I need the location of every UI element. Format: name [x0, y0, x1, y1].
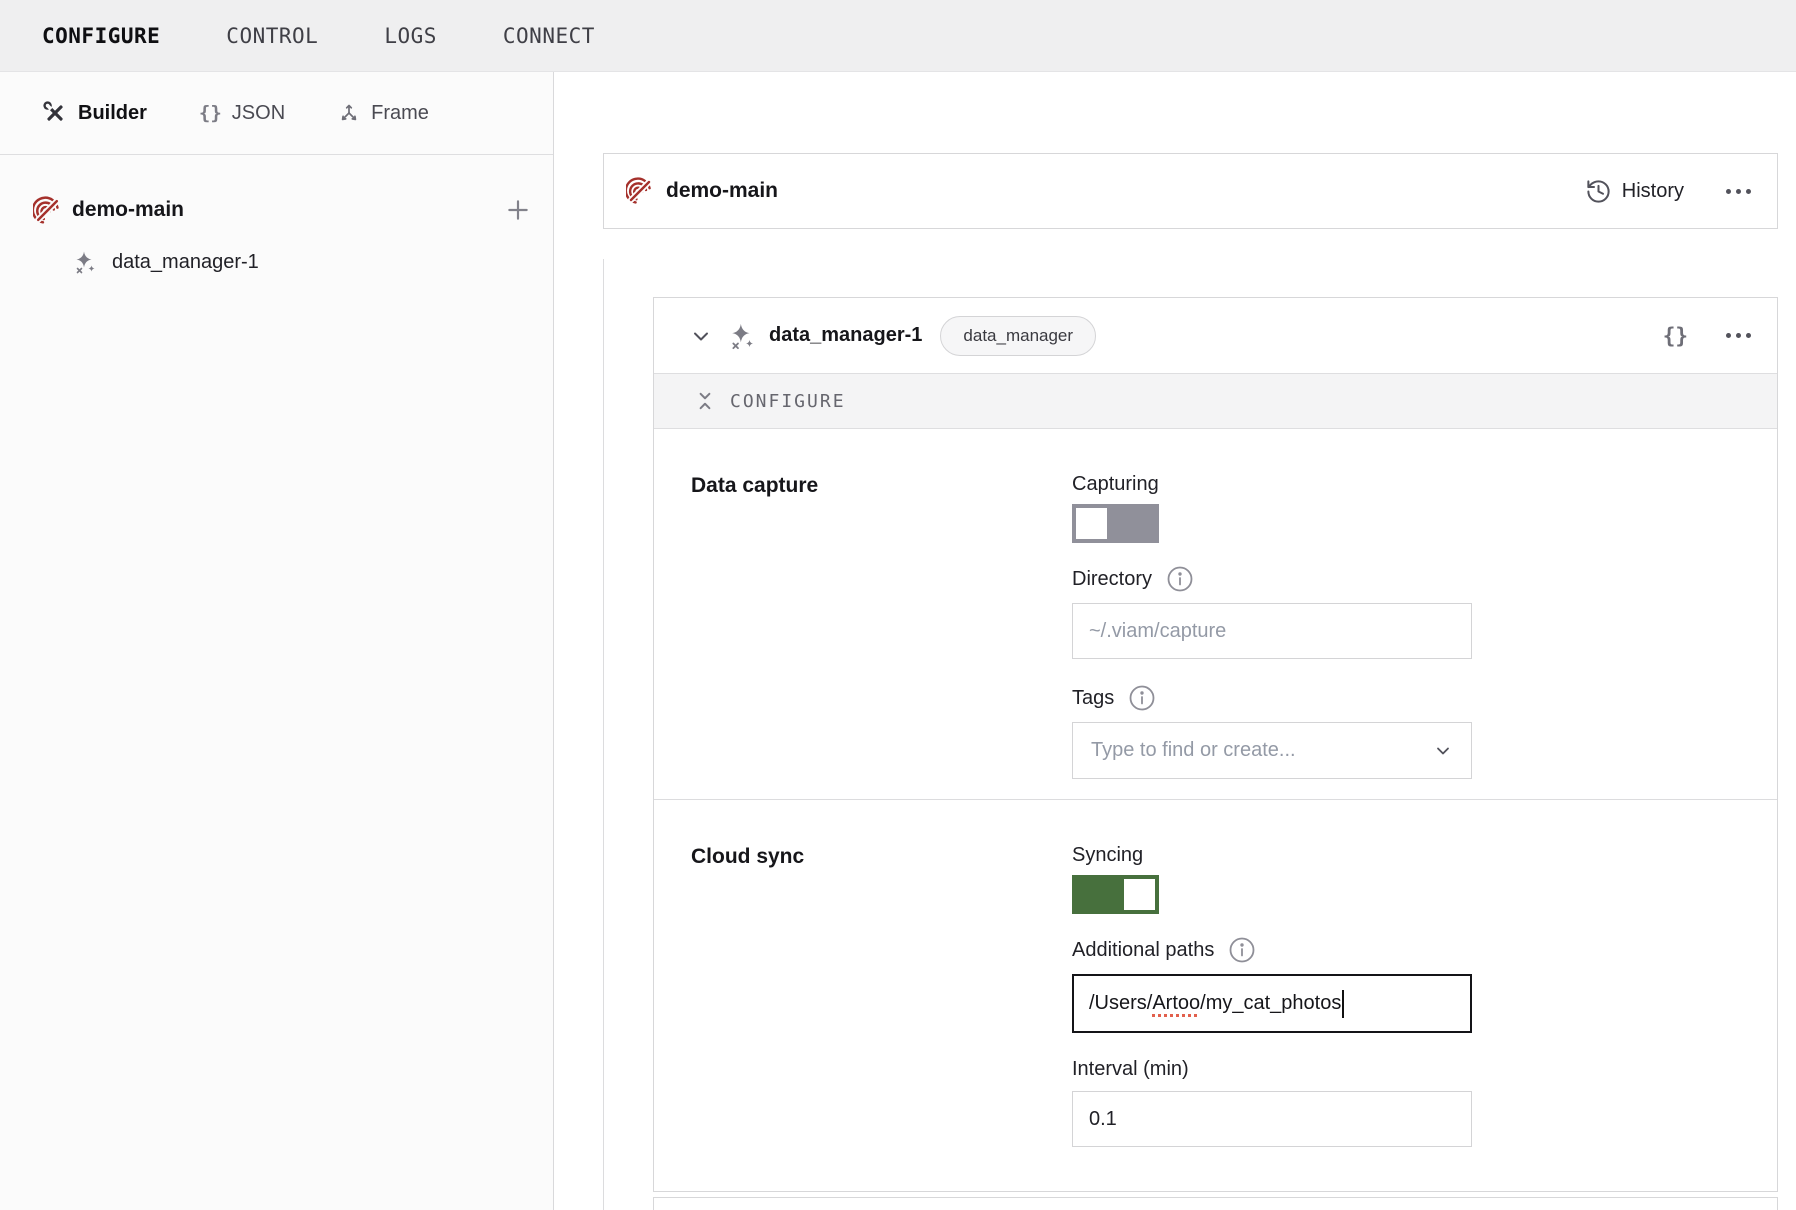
sidebar: Builder {} JSON Frame [0, 72, 554, 1210]
next-resource-card-partial [653, 1197, 1778, 1210]
path-misspelled-word: Artoo [1152, 992, 1200, 1015]
tab-builder[interactable]: Builder [42, 100, 147, 126]
part-rail [603, 259, 604, 1210]
machine-header-card: demo-main History [603, 153, 1778, 229]
tab-configure[interactable]: CONFIGURE [42, 24, 160, 48]
syncing-toggle[interactable] [1072, 875, 1159, 914]
resource-type-badge: data_manager [940, 316, 1096, 356]
data-manager-card: data_manager-1 data_manager {} CONFIGURE… [653, 297, 1778, 1192]
json-braces-button[interactable]: {} [1663, 324, 1688, 348]
sparkles-icon [72, 249, 98, 275]
directory-input[interactable] [1072, 603, 1472, 659]
history-icon [1585, 178, 1612, 205]
interval-input[interactable] [1072, 1091, 1472, 1147]
syncing-label: Syncing [1072, 844, 1472, 867]
interval-label: Interval (min) [1072, 1058, 1472, 1081]
collapse-vertical-icon [694, 390, 716, 412]
braces-icon: {} [199, 102, 222, 124]
history-label: History [1622, 180, 1684, 203]
tab-frame-label: Frame [371, 102, 429, 125]
tags-label: Tags [1072, 687, 1114, 710]
machine-title: demo-main [666, 179, 778, 203]
resource-more-menu[interactable] [1726, 333, 1751, 338]
view-switcher: Builder {} JSON Frame [0, 72, 553, 155]
data-manager-card-header: data_manager-1 data_manager {} [654, 298, 1777, 373]
machine-more-menu[interactable] [1726, 189, 1751, 194]
capturing-label: Capturing [1072, 473, 1472, 496]
tab-connect[interactable]: CONNECT [503, 24, 595, 48]
history-button[interactable]: History [1585, 178, 1684, 205]
tools-icon [42, 100, 68, 126]
tree-item-data-manager[interactable]: data_manager-1 [0, 246, 553, 278]
cloud-sync-section: Cloud sync Syncing Additional paths [654, 800, 1777, 1167]
tags-placeholder: Type to find or create... [1091, 739, 1296, 762]
tab-frame[interactable]: Frame [337, 101, 429, 125]
capturing-toggle[interactable] [1072, 504, 1159, 543]
tab-builder-label: Builder [78, 102, 147, 125]
resource-name: data_manager-1 [112, 251, 259, 274]
additional-paths-input[interactable]: /Users/Artoo/my_cat_photos [1072, 974, 1472, 1033]
info-icon[interactable] [1228, 936, 1256, 964]
data-capture-section: Data capture Capturing Directory [654, 429, 1777, 800]
tab-json-label: JSON [232, 102, 285, 125]
configure-section-bar[interactable]: CONFIGURE [654, 373, 1777, 429]
offline-icon [626, 177, 654, 205]
frame-axes-icon [337, 101, 361, 125]
text-cursor [1342, 990, 1344, 1018]
tab-control[interactable]: CONTROL [226, 24, 318, 48]
top-nav: CONFIGURE CONTROL LOGS CONNECT [0, 0, 1796, 72]
tags-select[interactable]: Type to find or create... [1072, 722, 1472, 779]
configure-bar-label: CONFIGURE [730, 391, 846, 412]
tree-item-machine[interactable]: demo-main [0, 192, 553, 228]
info-icon[interactable] [1166, 565, 1194, 593]
path-prefix: /Users/ [1089, 992, 1152, 1015]
section-heading: Cloud sync [691, 844, 1072, 1147]
tab-logs[interactable]: LOGS [384, 24, 437, 48]
directory-label: Directory [1072, 568, 1152, 591]
machine-name: demo-main [72, 198, 184, 222]
offline-icon [33, 196, 62, 225]
sparkles-icon [727, 321, 757, 351]
add-component-button[interactable] [503, 195, 533, 225]
viam-configure-page: CONFIGURE CONTROL LOGS CONNECT [0, 0, 1796, 1210]
chevron-down-icon [1433, 741, 1453, 761]
info-icon[interactable] [1128, 684, 1156, 712]
chevron-down-icon[interactable] [689, 324, 713, 348]
section-heading: Data capture [691, 473, 1072, 779]
resource-tree: demo-main data_manager-1 [0, 155, 553, 278]
main-content: demo-main History [554, 72, 1796, 1210]
path-suffix: /my_cat_photos [1200, 992, 1341, 1015]
tab-json[interactable]: {} JSON [199, 102, 285, 125]
additional-paths-label: Additional paths [1072, 939, 1214, 962]
resource-card-title: data_manager-1 [769, 324, 922, 347]
